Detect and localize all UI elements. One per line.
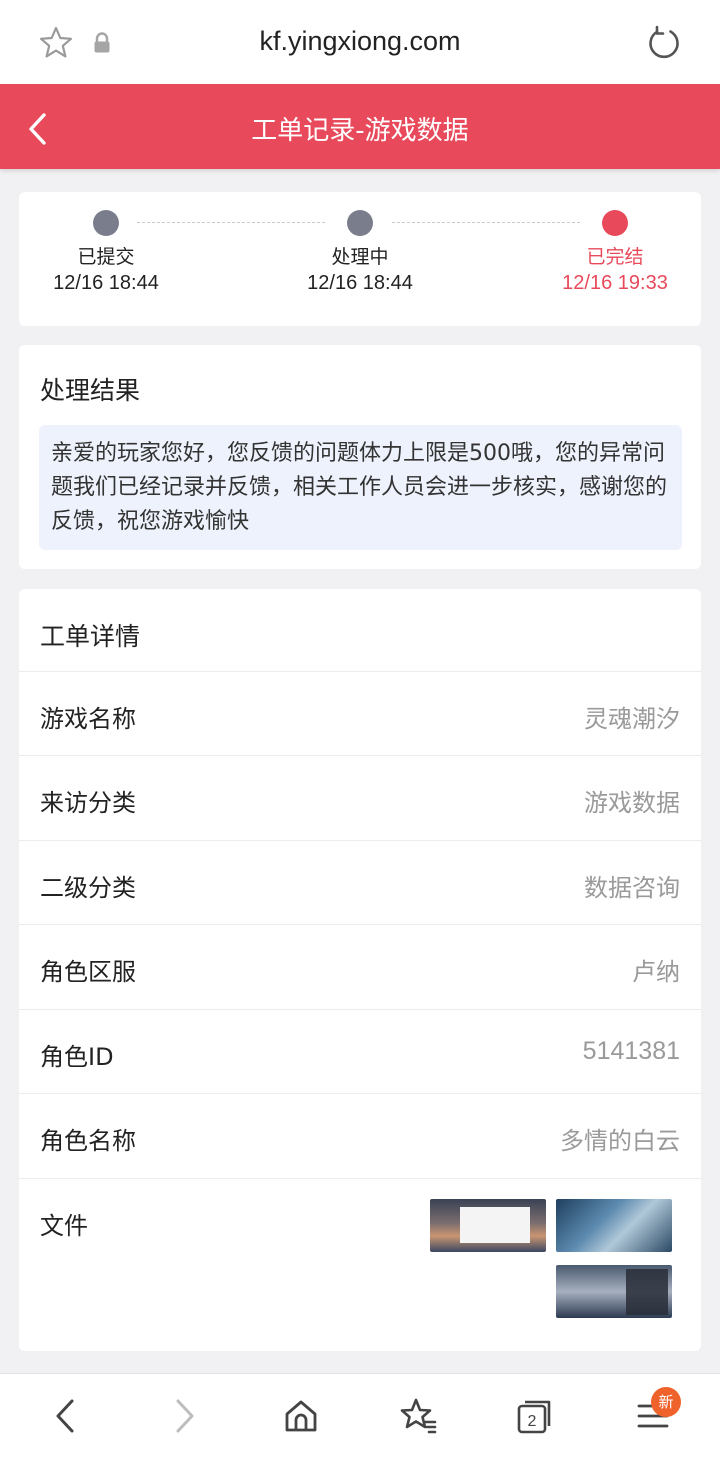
nav-back-icon[interactable] <box>46 1396 86 1436</box>
detail-row-subcategory: 二级分类 数据咨询 <box>19 840 701 925</box>
step-dot <box>93 210 119 236</box>
step-time: 12/16 19:33 <box>562 272 668 294</box>
step-label: 已提交 <box>77 246 135 268</box>
detail-row-category: 来访分类 游戏数据 <box>19 755 701 840</box>
detail-row-files: 文件 <box>19 1178 701 1351</box>
detail-key: 游戏名称 <box>40 705 136 733</box>
file-thumbnail[interactable] <box>556 1199 672 1252</box>
detail-key: 角色区服 <box>40 958 136 986</box>
step-label: 已完结 <box>586 246 644 268</box>
step-time: 12/16 18:44 <box>307 272 413 294</box>
detail-value: 多情的白云 <box>560 1127 680 1155</box>
detail-value: 卢纳 <box>632 958 680 986</box>
detail-key: 二级分类 <box>40 874 136 902</box>
page-title: 工单记录-游戏数据 <box>251 116 469 146</box>
tabs-icon[interactable]: 2 <box>515 1396 555 1436</box>
detail-value: 灵魂潮汐 <box>584 705 680 733</box>
detail-key: 角色ID <box>40 1043 114 1071</box>
ticket-details-card: 工单详情 游戏名称 灵魂潮汐 来访分类 游戏数据 二级分类 数据咨询 角色区服 … <box>19 589 701 1351</box>
file-thumbnail[interactable] <box>556 1265 672 1318</box>
reload-icon[interactable] <box>645 24 683 62</box>
detail-row-role-id: 角色ID 5141381 <box>19 1009 701 1094</box>
home-icon[interactable] <box>281 1396 321 1436</box>
result-card: 处理结果 亲爱的玩家您好，您反馈的问题体力上限是500哦，您的异常问题我们已经记… <box>19 345 701 569</box>
detail-row-role-name: 角色名称 多情的白云 <box>19 1093 701 1178</box>
result-message: 亲爱的玩家您好，您反馈的问题体力上限是500哦，您的异常问题我们已经记录并反馈，… <box>39 425 682 550</box>
detail-row-game-name: 游戏名称 灵魂潮汐 <box>19 671 701 756</box>
step-label: 处理中 <box>331 246 389 268</box>
nav-forward-icon[interactable] <box>164 1396 204 1436</box>
new-badge: 新 <box>651 1387 681 1417</box>
step-time: 12/16 18:44 <box>53 272 159 294</box>
detail-key: 角色名称 <box>40 1127 136 1155</box>
progress-step-processing: 处理中 12/16 18:44 <box>275 210 445 296</box>
browser-address-bar: kf.yingxiong.com <box>0 0 720 84</box>
step-dot <box>602 210 628 236</box>
detail-key: 来访分类 <box>40 789 136 817</box>
step-dot <box>347 210 373 236</box>
progress-step-completed: 已完结 12/16 19:33 <box>530 210 700 296</box>
detail-value: 游戏数据 <box>584 789 680 817</box>
browser-bottom-nav: 2 <box>0 1373 720 1457</box>
details-title: 工单详情 <box>40 622 141 651</box>
detail-key: 文件 <box>40 1212 88 1240</box>
detail-value: 5141381 <box>582 1037 680 1065</box>
result-title: 处理结果 <box>40 376 141 405</box>
bookmarks-icon[interactable] <box>398 1396 438 1436</box>
detail-value: 数据咨询 <box>584 874 680 902</box>
detail-row-server: 角色区服 卢纳 <box>19 924 701 1009</box>
file-thumbnail[interactable] <box>430 1199 546 1252</box>
ticket-progress-card: 已提交 12/16 18:44 处理中 12/16 18:44 已完结 12/1… <box>19 192 701 326</box>
url-text[interactable]: kf.yingxiong.com <box>0 26 720 57</box>
page-header: 工单记录-游戏数据 <box>0 84 720 169</box>
svg-text:2: 2 <box>528 1413 537 1430</box>
progress-step-submitted: 已提交 12/16 18:44 <box>21 210 191 296</box>
